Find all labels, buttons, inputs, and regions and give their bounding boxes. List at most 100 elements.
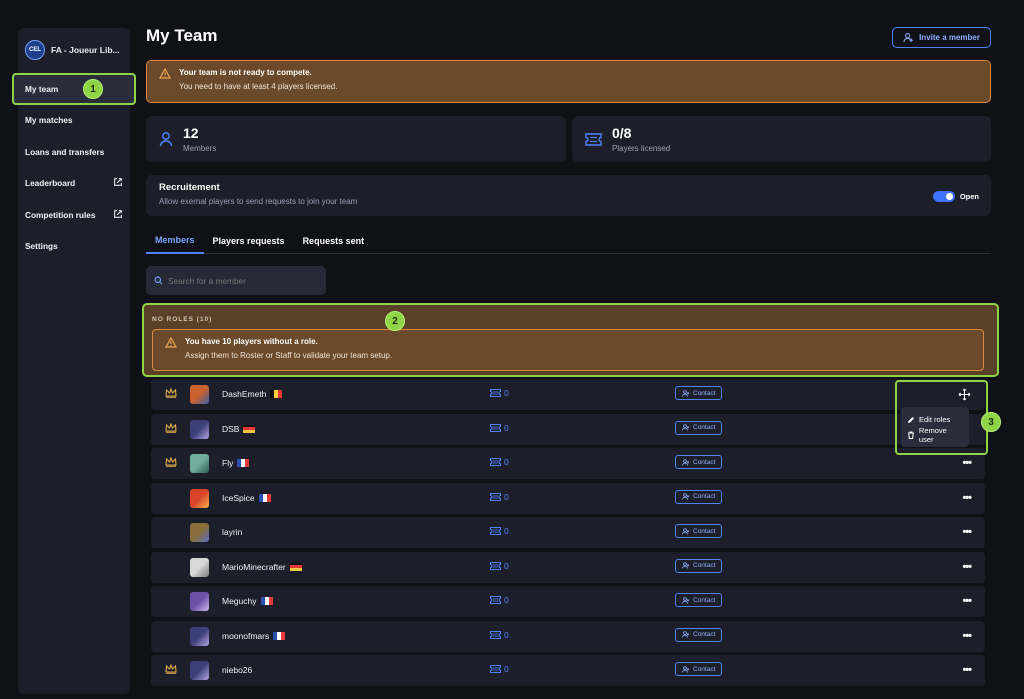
more-options-icon[interactable]: ••• [962,595,972,607]
no-roles-title: You have 10 players without a role. [185,337,318,346]
avatar [190,488,209,508]
sidebar-item-my-team[interactable]: My team [12,73,136,105]
sidebar: CEL FA - Joueur Lib... My team My matche… [12,28,136,694]
member-row: layrin 0 Contact ••• [151,517,985,548]
team-logo: CEL [25,40,45,60]
license-count: 0 [490,630,509,640]
license-count: 0 [490,388,509,398]
sidebar-item-label: My matches [25,115,73,126]
contact-label: Contact [693,527,716,535]
warning-title: Your team is not ready to compete. [179,68,312,77]
page-title: My Team [146,26,218,45]
crown-icon [165,388,177,398]
contact-button[interactable]: Contact [675,420,723,435]
avatar [190,661,209,680]
team-not-ready-banner: Your team is not ready to compete. You n… [146,60,991,103]
more-options-icon[interactable]: ••• [962,526,972,538]
remove-user-label: Remove user [918,425,947,444]
member-search [146,266,326,295]
external-link-icon [113,177,123,189]
more-options-icon[interactable]: ••• [962,630,972,642]
contact-button[interactable]: Contact [675,558,723,573]
search-input[interactable] [168,275,308,286]
warning-icon [165,337,177,348]
contact-button[interactable]: Contact [675,662,723,676]
no-roles-header: NO ROLES (10) [152,316,213,323]
tab-players-requests[interactable]: Players requests [204,228,294,254]
member-name: niebo26 [222,665,252,675]
crown-icon [165,457,177,467]
callout-badge: 1 [83,79,103,99]
sidebar-item-settings[interactable]: Settings [18,231,130,263]
contact-button[interactable]: Contact [675,627,723,642]
member-name-label: layrin [222,527,243,537]
recruitment-toggle[interactable] [933,191,955,202]
country-flag-icon [237,459,250,467]
ticket-icon [490,492,501,501]
member-row: DashEmeth 0 Contact [151,379,985,410]
member-name: Meguchy [222,596,273,606]
contact-user-icon [682,631,689,638]
contact-button[interactable]: Contact [675,593,723,607]
contact-label: Contact [693,631,716,638]
license-count-value: 0 [504,526,509,536]
sidebar-item-leaderboard[interactable]: Leaderboard [18,168,130,200]
invite-member-button[interactable]: Invite a member [892,27,991,48]
member-row: moonofmars 0 Contact ••• [151,620,985,652]
remove-user-menu-item[interactable]: Remove user [907,425,963,444]
member-name: moonofmars [222,630,286,641]
ticket-icon [490,561,501,570]
member-name: layrin [222,527,242,537]
tab-members[interactable]: Members [146,228,204,254]
sidebar-item-loans-transfers[interactable]: Loans and transfers [18,136,130,168]
contact-button[interactable]: Contact [675,386,723,400]
member-list: DashEmeth 0 Contact DSB 0 Contact Fly 0 Contact •… [151,379,985,690]
member-tabs: Members Players requests Requests sent [146,228,991,254]
avatar [190,626,209,646]
contact-label: Contact [693,665,716,673]
external-link-icon [113,209,123,221]
contact-user-icon [682,424,689,431]
member-row: Fly 0 Contact ••• [151,448,985,479]
ticket-icon [490,665,501,673]
member-name: DSB [222,424,256,434]
contact-label: Contact [693,596,716,604]
contact-button[interactable]: Contact [675,455,723,469]
invite-member-label: Invite a member [919,33,980,42]
warning-subtitle: You need to have at least 4 players lice… [179,82,338,91]
license-count-value: 0 [504,388,509,398]
license-count-value: 0 [504,457,509,467]
member-row: IceSpice 0 Contact ••• [151,482,985,514]
contact-label: Contact [693,389,716,397]
member-name-label: Meguchy [222,596,257,606]
contact-label: Contact [693,458,716,466]
user-icon [159,132,173,147]
contact-button[interactable]: Contact [675,524,723,538]
license-count: 0 [490,492,509,502]
contact-user-icon [682,665,689,673]
sidebar-item-my-matches[interactable]: My matches [18,105,130,137]
avatar [190,385,209,404]
more-options-icon[interactable]: ••• [962,492,972,504]
members-label: Members [183,144,217,153]
tab-requests-sent[interactable]: Requests sent [294,228,374,254]
recruitment-toggle-label: Open [959,192,979,201]
members-count: 12 [183,125,199,141]
contact-user-icon [682,493,689,500]
edit-roles-label: Edit roles [919,415,951,424]
contact-button[interactable]: Contact [675,489,723,504]
avatar [190,557,209,577]
team-selector[interactable]: CEL FA - Joueur Lib... [18,28,130,72]
ticket-icon [490,630,501,639]
license-count: 0 [490,561,509,571]
more-options-icon[interactable]: ••• [962,457,972,469]
avatar [190,454,209,473]
license-count: 0 [490,457,509,467]
more-options-icon[interactable]: ••• [962,664,972,676]
member-name-label: moonofmars [222,630,270,641]
member-row: MarioMinecrafter 0 Contact ••• [151,551,985,583]
member-row: niebo26 0 Contact ••• [151,655,985,686]
more-options-icon[interactable]: ••• [962,561,972,573]
contact-user-icon [682,389,689,397]
sidebar-item-competition-rules[interactable]: Competition rules [18,199,130,231]
